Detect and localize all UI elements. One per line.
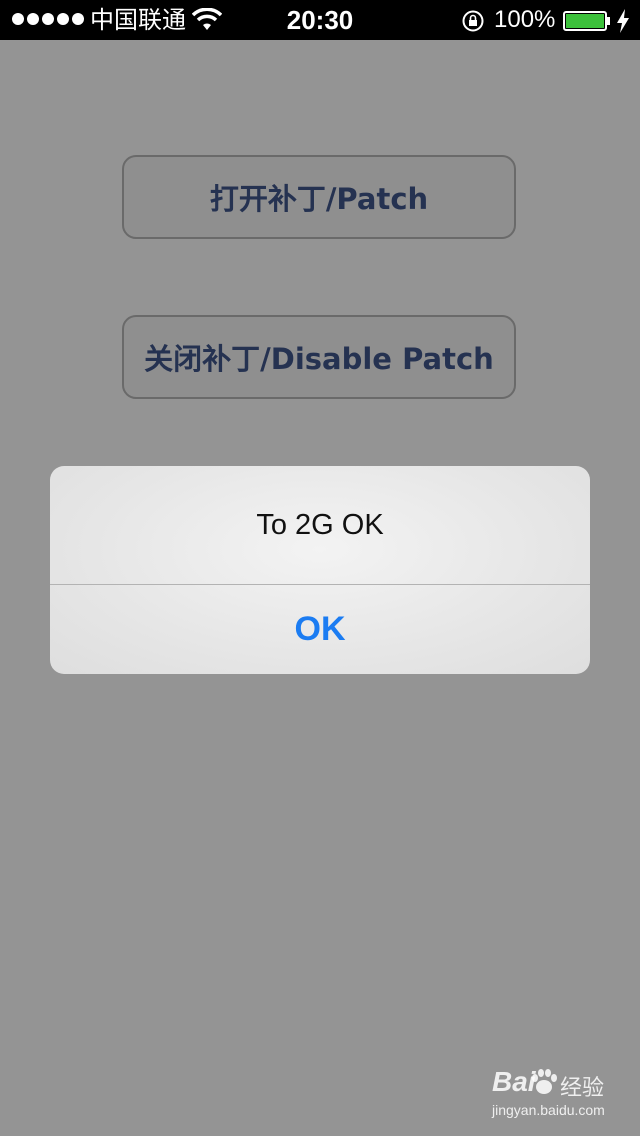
alert-message: To 2G OK xyxy=(256,508,384,541)
charging-icon xyxy=(617,9,629,33)
paw-icon xyxy=(532,1069,557,1094)
battery-icon xyxy=(563,11,610,31)
alert-ok-button[interactable]: OK xyxy=(50,585,590,674)
rotation-lock-icon xyxy=(462,10,484,32)
alert-dialog: To 2G OK OK xyxy=(50,466,590,674)
watermark-suffix: 经验 xyxy=(560,1076,605,1101)
open-patch-button[interactable]: 打开补丁/Patch xyxy=(122,155,516,239)
baidu-jingyan-watermark: Bai 经验 jingyan.baidu.com xyxy=(492,1066,612,1122)
disable-patch-button[interactable]: 关闭补丁/Disable Patch xyxy=(122,315,516,399)
watermark-url: jingyan.baidu.com xyxy=(492,1102,605,1118)
status-bar: 中国联通 20:30 100% xyxy=(0,0,640,40)
battery-percent: 100% xyxy=(494,6,556,33)
